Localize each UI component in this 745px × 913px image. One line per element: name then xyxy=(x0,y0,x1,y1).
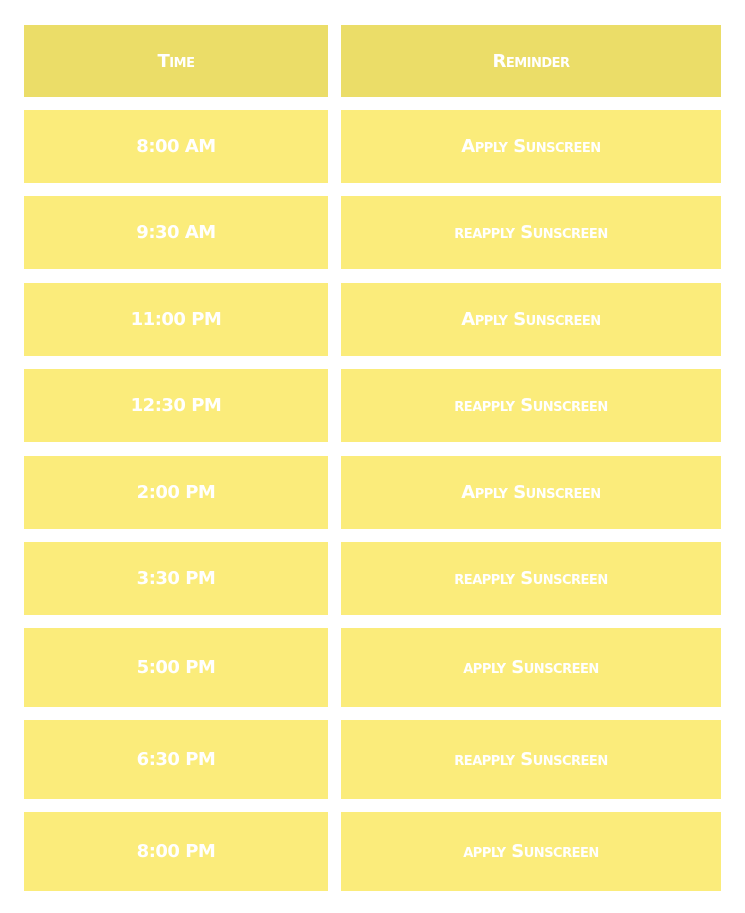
header-reminder: Reminder xyxy=(341,25,721,97)
table-cell-reminder: apply Sunscreen xyxy=(341,628,721,707)
table-cell-time: 12:30 PM xyxy=(24,369,328,442)
table-cell-reminder: Apply Sunscreen xyxy=(341,283,721,356)
table-cell-time: 8:00 AM xyxy=(24,110,328,183)
table-cell-reminder: reapply Sunscreen xyxy=(341,196,721,269)
table-cell-time: 9:30 AM xyxy=(24,196,328,269)
table-cell-time: 2:00 PM xyxy=(24,456,328,529)
table-cell-reminder: reapply Sunscreen xyxy=(341,542,721,615)
table-cell-reminder: reapply Sunscreen xyxy=(341,369,721,442)
table-cell-reminder: reapply Sunscreen xyxy=(341,720,721,799)
table-cell-time: 3:30 PM xyxy=(24,542,328,615)
table-cell-time: 6:30 PM xyxy=(24,720,328,799)
table-cell-reminder: Apply Sunscreen xyxy=(341,456,721,529)
table-cell-time: 11:00 PM xyxy=(24,283,328,356)
table-cell-reminder: apply Sunscreen xyxy=(341,812,721,891)
table-cell-reminder: Apply Sunscreen xyxy=(341,110,721,183)
header-time: Time xyxy=(24,25,328,97)
table-cell-time: 5:00 PM xyxy=(24,628,328,707)
table-cell-time: 8:00 PM xyxy=(24,812,328,891)
